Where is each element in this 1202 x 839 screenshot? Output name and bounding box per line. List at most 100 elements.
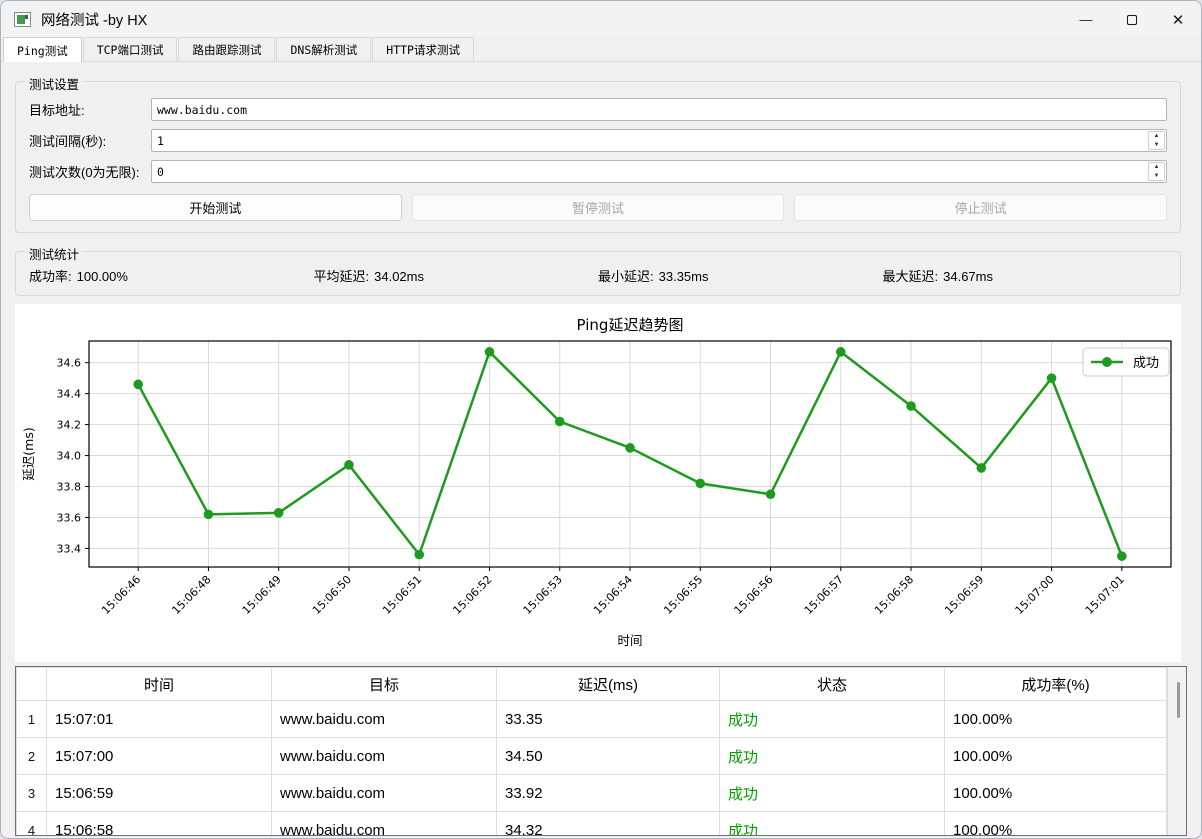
column-header[interactable]: 时间 [46, 667, 272, 701]
tab-dns-test[interactable]: DNS解析测试 [276, 37, 372, 61]
success-rate-value: 100.00% [76, 269, 128, 284]
column-header[interactable]: 目标 [271, 667, 497, 701]
table-cell: 2 [16, 737, 47, 775]
table-cell: www.baidu.com [271, 737, 497, 775]
test-interval-spin-buttons: ▲ ▼ [1148, 131, 1165, 150]
table-cell: 100.00% [944, 700, 1167, 738]
table-row[interactable]: 2 15:07:00 www.baidu.com 34.50 成功 100.00% [16, 737, 1167, 775]
max-latency-label: 最大延迟: [882, 269, 939, 284]
max-latency-value: 34.67ms [943, 269, 993, 284]
table-row[interactable]: 4 15:06:58 www.baidu.com 34.32 成功 100.00% [16, 811, 1167, 835]
stop-test-button[interactable]: 停止测试 [794, 194, 1168, 221]
maximize-icon [1127, 14, 1137, 25]
table-cell: 15:07:01 [46, 700, 272, 738]
table-cell: www.baidu.com [271, 700, 497, 738]
test-count-spinner[interactable]: ▲ ▼ [151, 160, 1167, 183]
table-cell: 33.92 [496, 774, 720, 812]
close-button[interactable]: ✕ [1155, 1, 1201, 38]
min-latency-value: 33.35ms [658, 269, 709, 284]
svg-text:33.4: 33.4 [57, 542, 82, 555]
table-row[interactable]: 1 15:07:01 www.baidu.com 33.35 成功 100.00% [16, 700, 1167, 738]
column-header[interactable]: 延迟(ms) [496, 667, 720, 701]
success-rate-label: 成功率: [29, 269, 72, 284]
test-statistics-group-label: 测试统计 [25, 244, 84, 263]
test-interval-input[interactable] [152, 130, 1147, 151]
min-latency-label: 最小延迟: [598, 269, 654, 284]
test-interval-label: 测试间隔(秒): [29, 134, 107, 149]
test-statistics-group: 测试统计 成功率: 100.00% 平均延迟: 34.02ms 最小延迟: 33.35… [15, 244, 1181, 296]
table-cell: 15:07:00 [46, 737, 272, 775]
test-count-input[interactable] [152, 161, 1147, 182]
svg-text:33.8: 33.8 [57, 481, 82, 494]
column-header[interactable] [16, 667, 47, 701]
tab-ping-test[interactable]: Ping测试 [3, 37, 82, 62]
max-latency-stat: 最大延迟: 34.67ms [883, 266, 1168, 285]
scrollbar-handle[interactable] [1177, 682, 1180, 718]
minimize-button[interactable]: — [1063, 1, 1109, 38]
test-interval-spinner[interactable]: ▲ ▼ [151, 129, 1167, 152]
svg-text:34.4: 34.4 [57, 388, 82, 401]
table-cell: 成功 [719, 811, 945, 835]
column-header[interactable]: 成功率(%) [944, 667, 1167, 701]
test-buttons-row: 开始测试 暂停测试 停止测试 [29, 194, 1168, 221]
test-settings-group-label: 测试设置 [25, 74, 84, 93]
svg-text:34.0: 34.0 [57, 450, 82, 463]
test-count-label: 测试次数(0为无限): [29, 165, 140, 180]
svg-text:时间: 时间 [617, 633, 642, 648]
svg-text:33.6: 33.6 [57, 511, 82, 524]
column-header[interactable]: 状态 [719, 667, 945, 701]
table-cell: 15:06:59 [46, 774, 272, 812]
target-address-row: 目标地址: [29, 98, 1167, 121]
table-cell: 100.00% [944, 811, 1167, 835]
spin-up-icon[interactable]: ▲ [1149, 132, 1164, 141]
test-count-row: 测试次数(0为无限): ▲ ▼ [29, 160, 1167, 183]
test-settings-group: 测试设置 目标地址: 测试间隔(秒): ▲ ▼ 测试次数(0为无限) [15, 74, 1181, 233]
window-controls: — ✕ [1063, 1, 1201, 38]
svg-text:34.2: 34.2 [57, 419, 82, 432]
results-table-container: 时间 目标 延迟(ms) 状态 成功率(%) 1 15:07:01 www.baidu.com… [15, 666, 1187, 836]
table-cell: www.baidu.com [271, 774, 497, 812]
pause-test-button[interactable]: 暂停测试 [411, 194, 785, 221]
svg-text:成功: 成功 [1133, 356, 1159, 371]
svg-text:Ping延迟趋势图: Ping延迟趋势图 [577, 316, 684, 334]
spin-down-icon[interactable]: ▼ [1149, 141, 1164, 150]
spin-down-icon[interactable]: ▼ [1149, 172, 1164, 181]
tabbar: Ping测试 TCP端口测试 路由跟踪测试 DNS解析测试 HTTP请求测试 [1, 37, 1201, 62]
ping-latency-chart: 15:06:46 15:06:48 15:06:49 15:06:50 15:06:51… [15, 304, 1181, 662]
avg-latency-label: 平均延迟: [313, 269, 370, 284]
test-count-spin-buttons: ▲ ▼ [1148, 162, 1165, 181]
table-cell: 34.50 [496, 737, 720, 775]
start-test-button[interactable]: 开始测试 [29, 194, 402, 221]
tab-traceroute-test[interactable]: 路由跟踪测试 [178, 37, 276, 61]
table-cell: 34.32 [496, 811, 720, 835]
table-cell: 100.00% [944, 774, 1167, 812]
maximize-button[interactable] [1109, 1, 1155, 38]
target-address-label: 目标地址: [29, 103, 85, 118]
app-icon [14, 12, 31, 27]
app-window: 网络测试 -by HX — ✕ Ping测试 TCP端口测试 路由跟踪测试 DN… [0, 0, 1202, 839]
target-address-field[interactable] [151, 98, 1167, 121]
tab-http-test[interactable]: HTTP请求测试 [372, 37, 474, 61]
spin-up-icon[interactable]: ▲ [1149, 163, 1164, 172]
target-address-input[interactable] [152, 99, 1166, 120]
stats-row: 成功率: 100.00% 平均延迟: 34.02ms 最小延迟: 33.35ms 最大… [29, 266, 1167, 285]
titlebar: 网络测试 -by HX — ✕ [1, 1, 1201, 38]
table-cell: 1 [16, 700, 47, 738]
tab-tcp-port-test[interactable]: TCP端口测试 [82, 37, 178, 61]
test-interval-row: 测试间隔(秒): ▲ ▼ [29, 129, 1167, 152]
avg-latency-stat: 平均延迟: 34.02ms [314, 266, 599, 285]
table-vertical-scrollbar[interactable] [1167, 667, 1186, 835]
table-row[interactable]: 3 15:06:59 www.baidu.com 33.92 成功 100.00% [16, 774, 1167, 812]
window-title: 网络测试 -by HX [41, 13, 148, 29]
svg-text:延迟(ms): 延迟(ms) [21, 427, 36, 480]
table-cell: 成功 [719, 737, 945, 775]
table-cell: 3 [16, 774, 47, 812]
results-table: 时间 目标 延迟(ms) 状态 成功率(%) 1 15:07:01 www.baidu.com… [16, 667, 1167, 835]
table-header-row: 时间 目标 延迟(ms) 状态 成功率(%) [16, 667, 1167, 701]
table-cell: 成功 [719, 774, 945, 812]
table-cell: 4 [16, 811, 47, 835]
table-cell: 100.00% [944, 737, 1167, 775]
avg-latency-value: 34.02ms [374, 269, 424, 284]
svg-text:34.6: 34.6 [57, 357, 82, 370]
table-cell: 成功 [719, 700, 945, 738]
